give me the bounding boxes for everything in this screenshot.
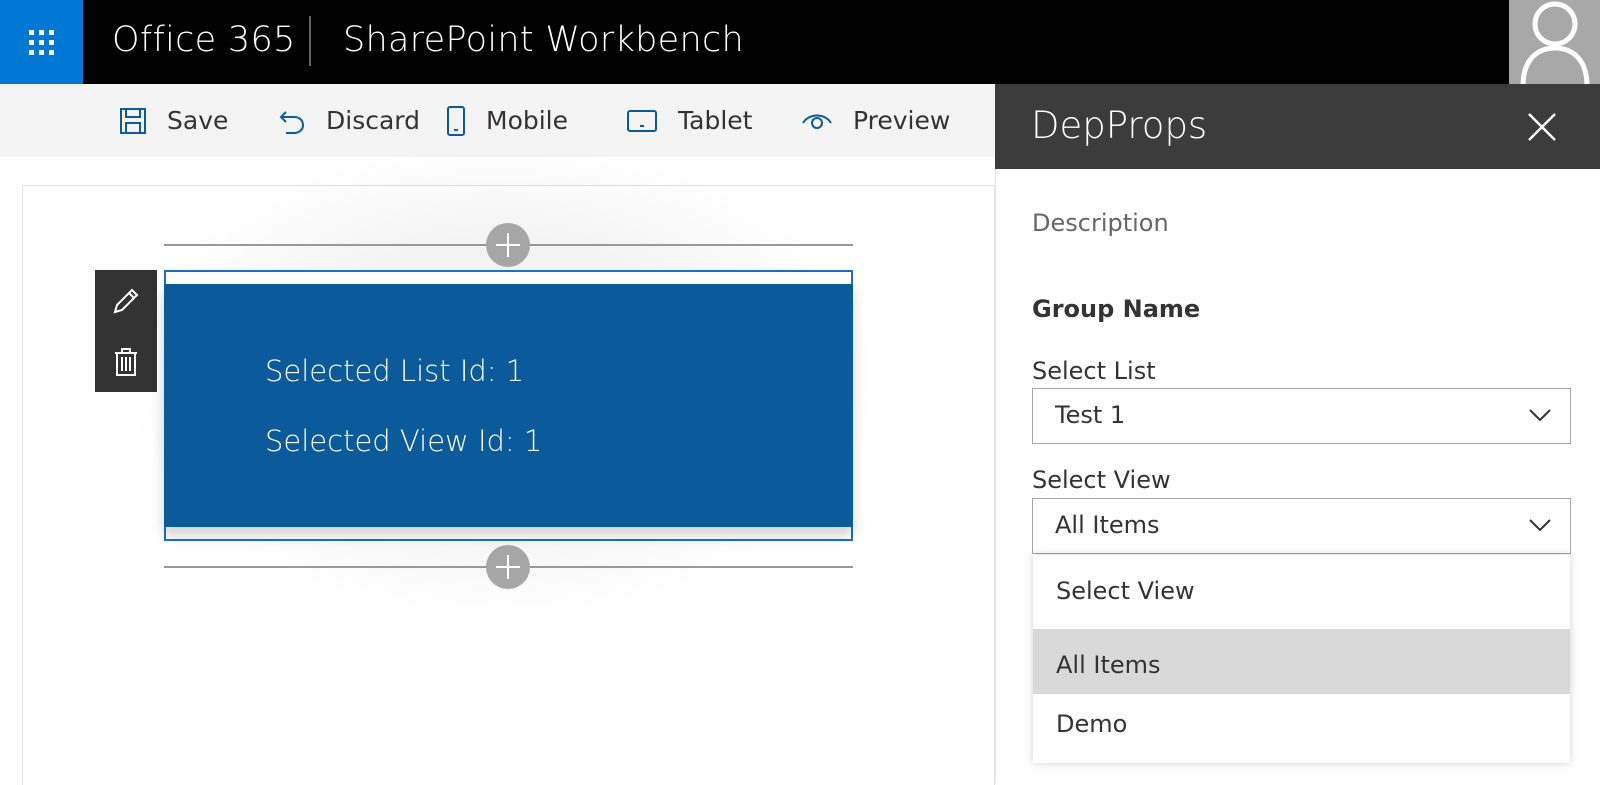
app-launcher-icon [29, 29, 54, 55]
brand-divider [309, 16, 311, 66]
mobile-icon [447, 105, 465, 136]
option-select-view[interactable]: Select View [1033, 555, 1570, 629]
app-title: SharePoint Workbench [343, 20, 745, 60]
chevron-down-icon [1529, 409, 1551, 422]
webpart-toolbar [95, 270, 157, 392]
tablet-icon [627, 109, 657, 132]
discard-label: Discard [326, 106, 420, 135]
discard-button[interactable]: Discard [278, 84, 420, 157]
property-pane-header: DepProps [995, 84, 1600, 169]
brand-name[interactable]: Office 365 [112, 20, 296, 60]
select-view-value: All Items [1055, 511, 1160, 539]
save-button[interactable]: Save [119, 84, 228, 157]
undo-icon [279, 110, 305, 134]
trash-icon [115, 347, 137, 376]
delete-webpart-button[interactable] [95, 331, 157, 392]
edit-webpart-button[interactable] [95, 270, 157, 331]
pane-description: Description [1032, 209, 1169, 237]
select-list-dropdown[interactable]: Test 1 [1032, 388, 1571, 444]
tablet-button[interactable]: Tablet [626, 84, 752, 157]
save-label: Save [167, 106, 229, 135]
tablet-label: Tablet [678, 106, 753, 135]
preview-label: Preview [853, 106, 951, 135]
close-pane-button[interactable] [1526, 111, 1558, 143]
option-demo[interactable]: Demo [1033, 694, 1570, 760]
pencil-icon [113, 288, 139, 313]
selected-list-id-text: Selected List Id: 1 [265, 354, 525, 388]
close-icon [1528, 113, 1556, 141]
chevron-down-icon [1529, 519, 1551, 532]
webpart-content[interactable]: Selected List Id: 1 Selected View Id: 1 [164, 284, 853, 527]
selected-view-id-text: Selected View Id: 1 [265, 424, 543, 458]
suite-bar: Office 365 SharePoint Workbench [0, 0, 1600, 84]
add-webpart-top-button[interactable] [486, 223, 530, 267]
group-name-heading: Group Name [1032, 295, 1201, 323]
user-avatar[interactable] [1509, 0, 1600, 84]
select-list-value: Test 1 [1055, 401, 1126, 429]
option-label: Demo [1056, 710, 1128, 738]
mobile-label: Mobile [486, 106, 569, 135]
app-launcher-button[interactable] [0, 0, 83, 84]
select-view-label: Select View [1032, 466, 1171, 494]
option-all-items[interactable]: All Items [1033, 629, 1570, 694]
preview-button[interactable]: Preview [801, 84, 950, 157]
person-icon [1520, 1, 1590, 84]
select-view-options-list: Select View All Items Demo [1033, 555, 1570, 763]
option-label: All Items [1056, 651, 1161, 679]
option-label: Select View [1056, 577, 1195, 605]
property-pane-title: DepProps [1031, 104, 1208, 147]
eye-icon [802, 114, 832, 129]
add-webpart-bottom-button[interactable] [486, 545, 530, 589]
select-list-label: Select List [1032, 357, 1156, 385]
save-icon [120, 107, 146, 134]
select-view-dropdown[interactable]: All Items [1032, 498, 1571, 554]
